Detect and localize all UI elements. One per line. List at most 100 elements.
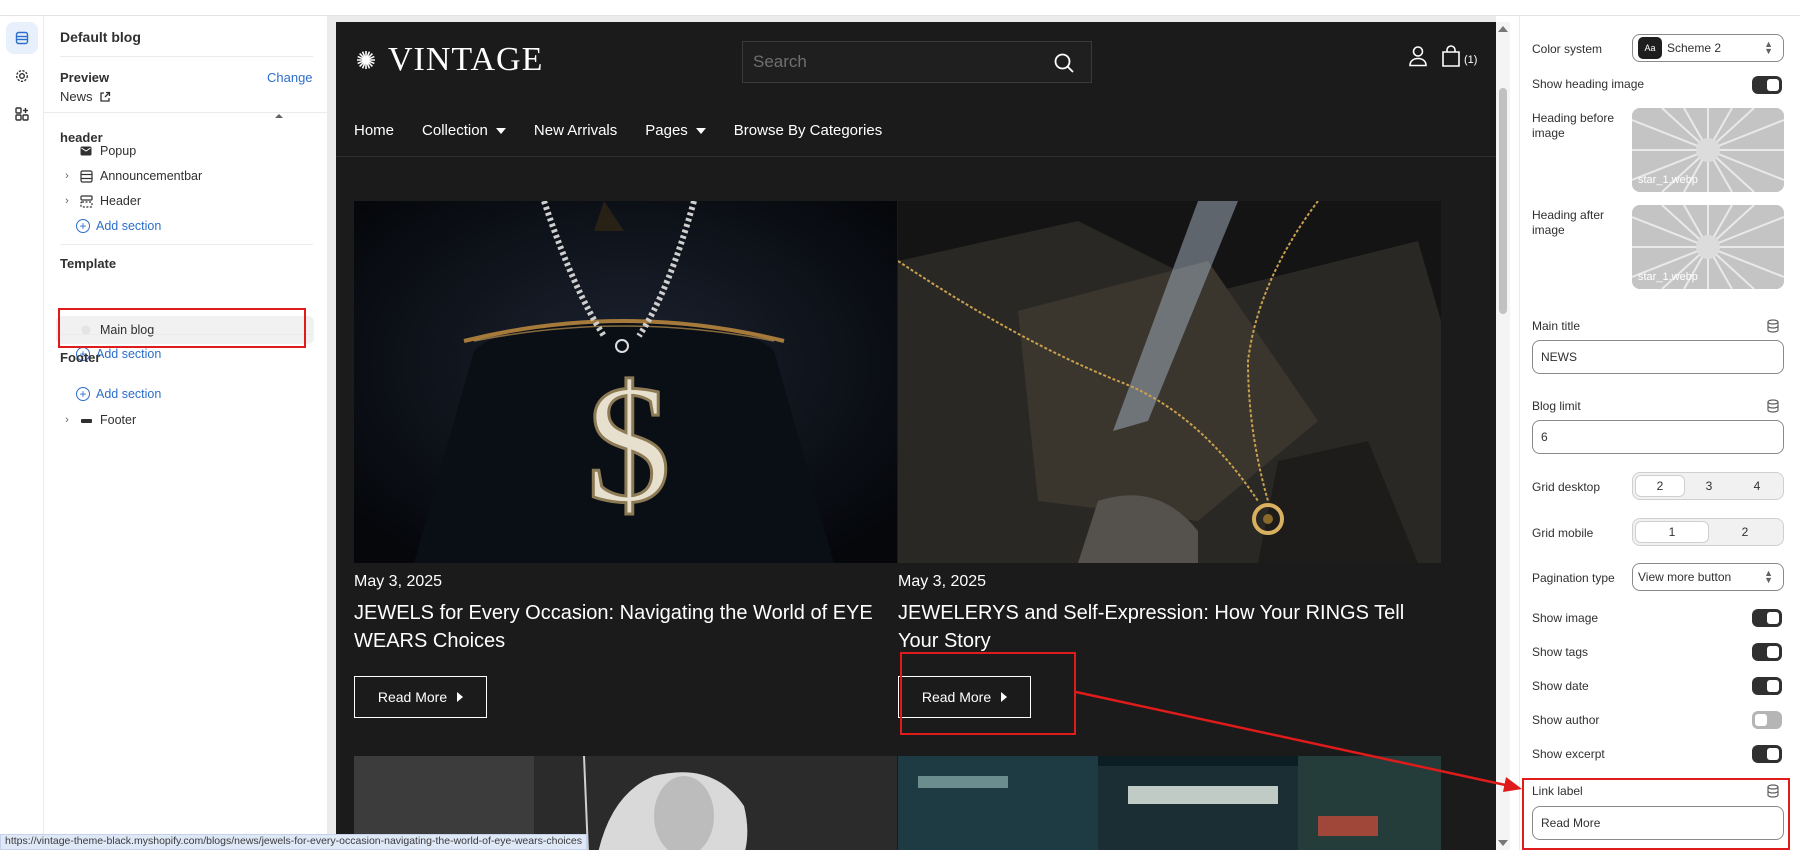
nav-new-arrivals[interactable]: New Arrivals	[534, 122, 617, 139]
scroll-down-arrow-icon[interactable]	[1498, 840, 1508, 846]
divider	[336, 156, 1498, 157]
svg-text:$: $	[586, 350, 671, 538]
grid-mobile-option[interactable]: 1	[1635, 521, 1709, 543]
main-title-input[interactable]: NEWS	[1532, 340, 1784, 374]
sections-panel: Default blog Preview Change News header …	[44, 16, 328, 850]
read-more-button[interactable]: Read More	[354, 676, 487, 718]
add-section-header[interactable]: + Add section	[76, 215, 161, 237]
grid-mobile-label: Grid mobile	[1532, 526, 1594, 540]
apps-rail-button[interactable]	[6, 98, 38, 130]
scroll-up-arrow-icon[interactable]	[1498, 26, 1508, 32]
color-scheme-select[interactable]: Aa Scheme 2 ▲ ▼	[1632, 34, 1784, 62]
footer-group-label: Footer	[60, 350, 101, 365]
nav-pages[interactable]: Pages	[645, 122, 706, 139]
scheme-swatch-icon: Aa	[1638, 37, 1662, 59]
post-image-street-night[interactable]	[898, 756, 1441, 850]
post-image-necklace-dollar[interactable]: $	[354, 201, 897, 563]
select-value: Scheme 2	[1667, 41, 1722, 55]
grid-mobile-option[interactable]: 2	[1709, 521, 1781, 543]
add-section-footer[interactable]: + Add section	[76, 383, 161, 405]
preview-page[interactable]: News	[60, 89, 111, 104]
chevron-right-icon[interactable]: ›	[60, 195, 74, 207]
grid-desktop-option[interactable]: 4	[1733, 475, 1781, 497]
heading-after-image-picker[interactable]: star_1.webp	[1632, 205, 1784, 289]
cart-bag-icon[interactable]	[1441, 45, 1461, 67]
store-logo[interactable]: VINTAGE	[356, 41, 543, 79]
nav-label: Browse By Categories	[733, 122, 883, 139]
top-strip	[0, 0, 1800, 16]
search-input[interactable]	[753, 52, 1033, 72]
dynamic-source-icon[interactable]	[1766, 784, 1780, 798]
preview-scrollbar[interactable]	[1496, 22, 1510, 850]
store-header: VINTAGE (1) Home Collection New Arrivals…	[336, 22, 1498, 156]
status-bar-url: https://vintage-theme-black.myshopify.co…	[0, 834, 587, 850]
show-author-toggle[interactable]	[1752, 711, 1782, 729]
panel-title: Default blog	[60, 29, 141, 45]
store-search[interactable]	[742, 41, 1092, 83]
blog-card: May 3, 2025 JEWELERYS and Self-Expressio…	[898, 201, 1441, 741]
nav-label: Collection	[422, 122, 488, 139]
post-title[interactable]: JEWELERYS and Self-Expression: How Your …	[898, 599, 1443, 655]
plus-circle-icon: +	[76, 387, 90, 401]
star-logo-icon	[357, 51, 375, 69]
tree-item-label: Header	[100, 194, 141, 208]
show-heading-image-toggle[interactable]	[1752, 76, 1782, 94]
select-arrows-icon: ▲ ▼	[1764, 39, 1773, 56]
sections-icon	[15, 31, 29, 45]
footer-section-icon	[78, 412, 94, 428]
image-filename: star_1.webp	[1638, 271, 1698, 283]
read-more-button[interactable]: Read More	[898, 676, 1031, 718]
change-preview-link[interactable]: Change	[267, 70, 313, 85]
settings-rail-button[interactable]	[6, 60, 38, 92]
read-more-label: Read More	[921, 689, 992, 705]
post-title[interactable]: JEWELS for Every Occasion: Navigating th…	[354, 599, 899, 655]
tree-item-label: Footer	[100, 413, 137, 427]
show-heading-image-label: Show heading image	[1532, 77, 1645, 91]
post-image-necklace-stone[interactable]	[898, 201, 1441, 563]
show-date-toggle[interactable]	[1752, 677, 1782, 695]
show-image-toggle[interactable]	[1752, 609, 1782, 627]
dynamic-source-icon[interactable]	[1766, 399, 1780, 413]
chevron-right-icon[interactable]: ›	[60, 170, 74, 182]
tree-item-header[interactable]: › Header	[60, 189, 141, 213]
storefront-preview: VINTAGE (1) Home Collection New Arrivals…	[336, 22, 1498, 850]
post-date: May 3, 2025	[354, 573, 443, 590]
account-icon[interactable]	[1408, 45, 1428, 67]
nav-home[interactable]: Home	[354, 122, 394, 139]
grid-desktop-option[interactable]: 3	[1685, 475, 1733, 497]
pagination-type-select[interactable]: View more button ▲ ▼	[1632, 563, 1784, 591]
show-tags-toggle[interactable]	[1752, 643, 1782, 661]
tree-item-popup[interactable]: Popup	[60, 139, 136, 163]
cart-count: (1)	[1464, 54, 1478, 66]
sections-rail-button[interactable]	[6, 22, 38, 54]
heading-before-image-picker[interactable]: star_1.webp	[1632, 108, 1784, 192]
show-tags-label: Show tags	[1532, 645, 1589, 659]
plus-circle-icon: +	[76, 219, 90, 233]
show-image-label: Show image	[1532, 611, 1599, 625]
grid-desktop-segmented: 2 3 4	[1632, 472, 1784, 500]
template-group-label: Template	[60, 256, 117, 271]
icon-rail	[0, 16, 44, 850]
search-icon[interactable]	[1053, 52, 1075, 74]
show-excerpt-toggle[interactable]	[1752, 745, 1782, 763]
dynamic-source-icon[interactable]	[1766, 319, 1780, 333]
blog-card	[898, 756, 1441, 850]
scroll-thumb[interactable]	[1499, 88, 1507, 314]
divider	[44, 112, 327, 113]
nav-collection[interactable]: Collection	[422, 122, 506, 139]
heading-after-image-label: Heading after image	[1532, 208, 1605, 237]
blog-limit-input[interactable]: 6	[1532, 420, 1784, 454]
grid-desktop-option[interactable]: 2	[1635, 475, 1685, 497]
link-label-input[interactable]: Read More	[1532, 806, 1784, 840]
tree-item-footer[interactable]: › Footer	[60, 408, 136, 432]
collapse-up-icon[interactable]	[274, 112, 284, 120]
chevron-right-icon[interactable]: ›	[60, 414, 74, 426]
link-label-label: Link label	[1532, 784, 1583, 798]
grid-desktop-label: Grid desktop	[1532, 480, 1601, 494]
select-arrows-icon: ▲ ▼	[1764, 568, 1773, 585]
heading-before-image-label: Heading before image	[1532, 111, 1615, 140]
tree-item-main-blog[interactable]: Main blog	[60, 318, 154, 342]
tree-item-announcementbar[interactable]: › Announcementbar	[60, 164, 202, 188]
nav-browse-by-categories[interactable]: Browse By Categories	[734, 122, 882, 139]
caret-down-icon	[695, 127, 706, 134]
